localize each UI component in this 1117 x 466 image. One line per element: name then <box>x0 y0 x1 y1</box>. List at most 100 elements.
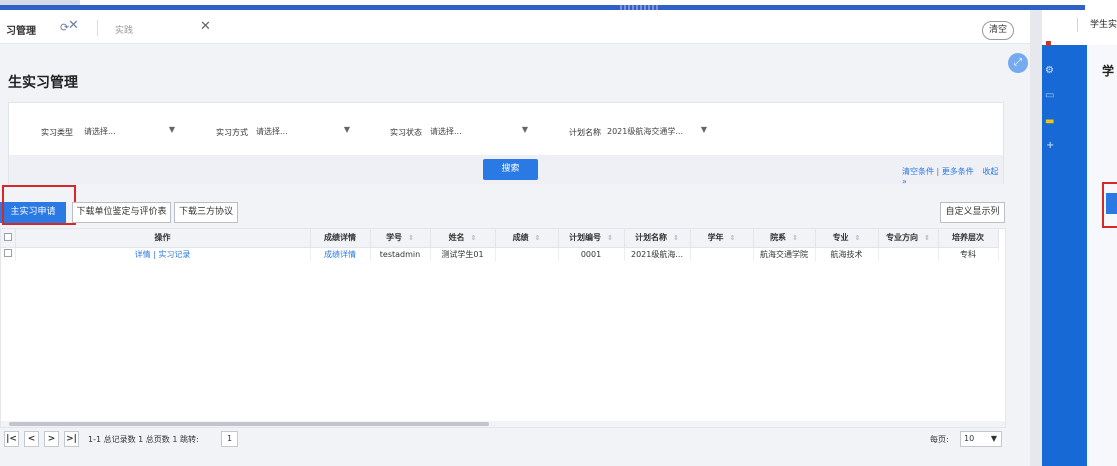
cell-year <box>690 247 754 261</box>
right-window-tab[interactable]: 学生实 <box>1090 17 1117 30</box>
sort-icon[interactable]: ⇕ <box>924 234 930 242</box>
header-direction[interactable]: 专业方向 ⇕ <box>878 229 939 248</box>
sort-icon[interactable]: ⇕ <box>673 234 679 242</box>
sort-icon[interactable]: ⇕ <box>471 234 477 242</box>
right-side-panel: 学生实 学 ▪ ⚙ ▭ ▬ + <box>1030 10 1117 466</box>
tab-bar: 习管理 ⟳ ✕ 实践 ✕ 清空 <box>0 10 1030 44</box>
header-score-detail: 成绩详情 <box>310 229 371 248</box>
header-major[interactable]: 专业 ⇕ <box>815 229 879 248</box>
scrollbar-thumb[interactable] <box>9 422 489 426</box>
header-label: 学年 <box>707 233 724 243</box>
cell-direction <box>878 247 939 261</box>
clear-tabs-button[interactable]: 清空 <box>982 21 1014 40</box>
data-table: 操作 成绩详情 学号 ⇕ 姓名 ⇕ 成绩 ⇕ 计划编号 ⇕ 计划名称 ⇕ 学年 ⇕ 院系 ⇕ … <box>0 228 1006 428</box>
table-grid: 操作 成绩详情 学号 ⇕ 姓名 ⇕ 成绩 ⇕ 计划编号 ⇕ 计划名称 ⇕ 学年 ⇕ 院系 ⇕ … <box>1 229 999 261</box>
cell-plan-no: 0001 <box>558 247 625 261</box>
cell-plan-name: 2021级航海... <box>624 247 691 261</box>
score-detail-link[interactable]: 成绩详情 <box>310 247 371 261</box>
jump-page-input[interactable]: 1 <box>221 431 238 447</box>
row-checkbox-cell <box>1 247 16 261</box>
last-page-icon[interactable]: >| <box>64 431 79 447</box>
filter-label-type: 实习类型 <box>41 128 73 137</box>
header-level: 培养层次 <box>938 229 999 248</box>
page-size-label: 每页: <box>930 435 949 444</box>
header-label: 计划编号 <box>569 233 602 243</box>
cell-major: 航海技术 <box>815 247 879 261</box>
sort-icon[interactable]: ⇕ <box>535 234 541 242</box>
select-all-checkbox[interactable] <box>3 232 12 241</box>
chevron-down-icon: ▼ <box>990 434 997 443</box>
plan-name-select[interactable]: 2021级航海交通学... ▼ <box>605 123 711 139</box>
header-plan-no[interactable]: 计划编号 ⇕ <box>558 229 625 248</box>
header-score[interactable]: 成绩 ⇕ <box>495 229 559 248</box>
horizontal-scrollbar[interactable] <box>1 421 1005 427</box>
chevron-down-icon: ▼ <box>700 125 707 134</box>
filter-row: 实习类型 请选择... ▼ 实习方式 请选择... ▼ 实习状态 请选择... … <box>9 123 1003 143</box>
header-name[interactable]: 姓名 ⇕ <box>430 229 496 248</box>
sort-icon[interactable]: ⇕ <box>730 234 736 242</box>
sort-icon[interactable]: ⇕ <box>792 234 798 242</box>
chevron-down-icon: ▼ <box>521 125 528 134</box>
select-value: 请选择... <box>430 127 462 136</box>
select-value: 请选择... <box>256 127 288 136</box>
header-label: 培养层次 <box>952 233 984 243</box>
app-icon[interactable]: ▪ <box>1045 38 1052 49</box>
expand-icon[interactable]: ⤢ <box>1008 53 1028 73</box>
add-icon[interactable]: + <box>1046 140 1054 151</box>
first-page-icon[interactable]: |< <box>4 431 19 447</box>
sort-icon[interactable]: ⇕ <box>408 234 414 242</box>
clear-conditions-link[interactable]: 清空条件 <box>902 167 934 176</box>
more-conditions-link[interactable]: 更多条件 <box>942 167 974 176</box>
action-bar: 主实习申请 下载单位鉴定与评价表 下载三方协议 自定义显示列 <box>0 185 1010 225</box>
highlight-box <box>1102 182 1117 228</box>
header-dept[interactable]: 院系 ⇕ <box>753 229 816 248</box>
close-icon[interactable]: ✕ <box>200 19 211 34</box>
internship-status-select[interactable]: 请选择... ▼ <box>428 123 532 139</box>
cell-dept: 航海交通学院 <box>753 247 816 261</box>
right-window-title: 学 <box>1102 64 1115 78</box>
app-icon[interactable]: ▬ <box>1045 116 1054 127</box>
header-student-no[interactable]: 学号 ⇕ <box>370 229 431 248</box>
tab-divider <box>97 20 98 36</box>
prev-page-icon[interactable]: < <box>24 431 39 447</box>
right-window-separator <box>1077 18 1078 32</box>
page-size-select[interactable]: 10 ▼ <box>960 431 1002 447</box>
close-icon[interactable]: ✕ <box>68 18 79 33</box>
internship-method-select[interactable]: 请选择... ▼ <box>254 123 354 139</box>
filter-label-method: 实习方式 <box>216 128 248 137</box>
header-label: 专业 <box>832 233 849 243</box>
filter-label-status: 实习状态 <box>390 128 422 137</box>
search-button[interactable]: 搜索 <box>483 159 538 180</box>
chevron-down-icon: ▼ <box>343 125 350 134</box>
cell-score <box>495 247 559 261</box>
next-page-icon[interactable]: > <box>44 431 59 447</box>
row-checkbox[interactable] <box>3 249 12 258</box>
download-agreement-button[interactable]: 下载三方协议 <box>174 202 238 223</box>
select-value: 2021级航海交通学... <box>607 127 683 136</box>
header-label: 姓名 <box>448 233 465 243</box>
pagination: |< < > >| 1-1 总记录数 1 总页数 1 跳转: 1 每页: 10 … <box>0 430 1006 452</box>
top-strip-grey <box>0 0 80 5</box>
cell-student-no: testadmin <box>370 247 431 261</box>
page-title: 生实习管理 <box>8 75 78 91</box>
header-plan-name[interactable]: 计划名称 ⇕ <box>624 229 691 248</box>
filter-panel: 实习类型 请选择... ▼ 实习方式 请选择... ▼ 实习状态 请选择... … <box>8 102 1004 186</box>
row-actions[interactable]: 详情 | 实习记录 <box>15 247 311 261</box>
sort-icon[interactable]: ⇕ <box>855 234 861 242</box>
sort-icon[interactable]: ⇕ <box>607 234 613 242</box>
header-label: 成绩 <box>512 233 529 243</box>
app-icon[interactable]: ▭ <box>1045 90 1054 101</box>
table-row: 详情 | 实习记录 成绩详情 testadmin 测试学生01 0001 202… <box>1 247 999 261</box>
custom-columns-button[interactable]: 自定义显示列 <box>940 202 1005 223</box>
header-year[interactable]: 学年 ⇕ <box>690 229 754 248</box>
internship-type-select[interactable]: 请选择... ▼ <box>82 123 179 139</box>
side-divider <box>1030 10 1042 466</box>
table-header-row: 操作 成绩详情 学号 ⇕ 姓名 ⇕ 成绩 ⇕ 计划编号 ⇕ 计划名称 ⇕ 学年 ⇕ 院系 ⇕ … <box>1 229 999 248</box>
settings-icon[interactable]: ⚙ <box>1045 65 1054 76</box>
tab-internship-management[interactable]: 习管理 <box>6 22 36 37</box>
tab-practice[interactable]: 实践 <box>115 23 133 36</box>
highlight-box <box>2 185 76 225</box>
cell-name: 测试学生01 <box>430 247 496 261</box>
download-eval-button[interactable]: 下载单位鉴定与评价表 <box>72 202 171 223</box>
pager-info: 1-1 总记录数 1 总页数 1 跳转: <box>88 435 199 444</box>
